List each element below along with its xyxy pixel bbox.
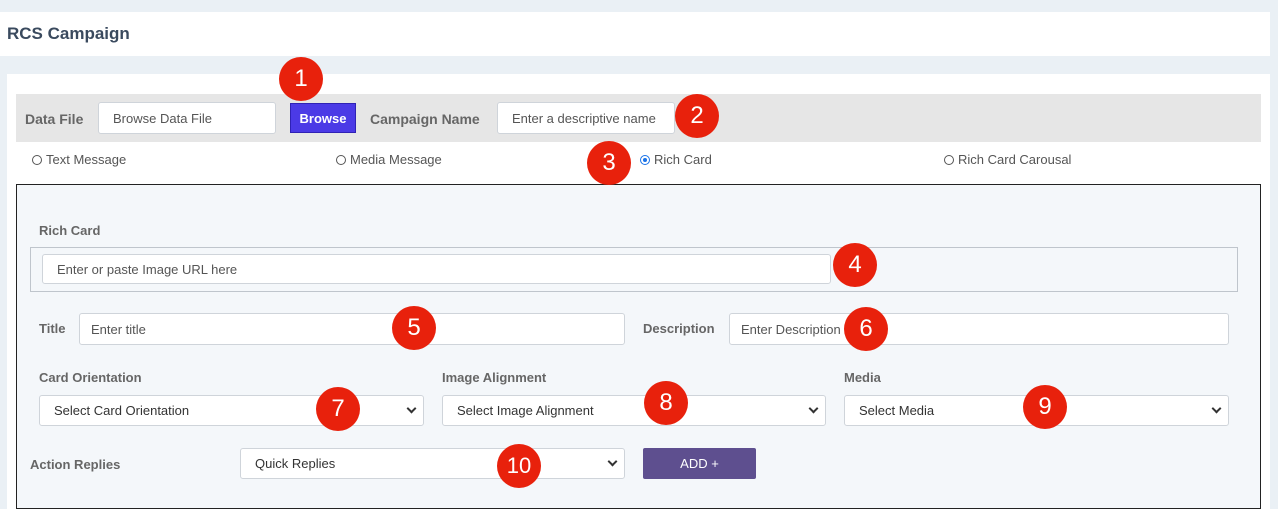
card-orientation-label: Card Orientation: [39, 370, 142, 385]
browse-button[interactable]: Browse: [290, 103, 356, 133]
campaign-name-label: Campaign Name: [370, 111, 480, 127]
radio-rich-card[interactable]: Rich Card: [640, 152, 712, 167]
data-file-input[interactable]: Browse Data File: [98, 102, 276, 134]
chevron-down-icon: [808, 403, 819, 414]
radio-icon[interactable]: [32, 154, 42, 165]
radio-rich-card-label: Rich Card: [654, 152, 712, 167]
radio-icon[interactable]: [944, 154, 954, 165]
action-replies-label: Action Replies: [30, 457, 121, 472]
data-file-label: Data File: [25, 111, 84, 127]
radio-text-message-label: Text Message: [46, 152, 127, 167]
image-alignment-value: Select Image Alignment: [457, 403, 594, 418]
radio-media-message[interactable]: Media Message: [336, 152, 442, 167]
image-url-input[interactable]: Enter or paste Image URL here: [42, 254, 831, 284]
annotation-badge-9: 9: [1023, 385, 1067, 429]
image-alignment-label: Image Alignment: [442, 370, 547, 385]
header-card: [0, 12, 1270, 56]
radio-text-message[interactable]: Text Message: [32, 152, 126, 167]
rich-card-section-label: Rich Card: [39, 223, 101, 238]
image-alignment-select[interactable]: Select Image Alignment: [442, 395, 826, 426]
annotation-badge-10: 10: [497, 444, 541, 488]
card-orientation-value: Select Card Orientation: [54, 403, 190, 418]
media-value: Select Media: [859, 403, 935, 418]
campaign-name-input[interactable]: Enter a descriptive name: [497, 102, 675, 134]
page-title: RCS Campaign: [7, 24, 130, 43]
annotation-badge-2: 2: [675, 94, 719, 138]
description-label: Description: [643, 321, 715, 336]
annotation-badge-5: 5: [392, 306, 436, 350]
chevron-down-icon: [1211, 403, 1222, 414]
radio-rich-card-carousal[interactable]: Rich Card Carousal: [944, 152, 1071, 167]
action-replies-value: Quick Replies: [255, 456, 336, 471]
radio-icon[interactable]: [336, 154, 346, 165]
chevron-down-icon: [607, 456, 618, 467]
card-orientation-select[interactable]: Select Card Orientation: [39, 395, 424, 426]
radio-checked-icon[interactable]: [640, 154, 650, 165]
title-label: Title: [39, 321, 66, 336]
rich-card-form: [16, 184, 1261, 509]
annotation-badge-1: 1: [279, 57, 323, 101]
chevron-down-icon: [406, 403, 417, 414]
annotation-badge-8: 8: [644, 381, 688, 425]
annotation-badge-7: 7: [316, 387, 360, 431]
media-label: Media: [844, 370, 881, 385]
annotation-badge-3: 3: [587, 141, 631, 185]
description-input[interactable]: Enter Description: [729, 313, 1229, 345]
action-replies-select[interactable]: Quick Replies: [240, 448, 625, 479]
annotation-badge-4: 4: [833, 243, 877, 287]
add-button[interactable]: ADD +: [643, 448, 756, 479]
radio-rich-card-carousal-label: Rich Card Carousal: [958, 152, 1072, 167]
title-input[interactable]: Enter title: [79, 313, 625, 345]
annotation-badge-6: 6: [844, 307, 888, 351]
radio-media-message-label: Media Message: [350, 152, 442, 167]
